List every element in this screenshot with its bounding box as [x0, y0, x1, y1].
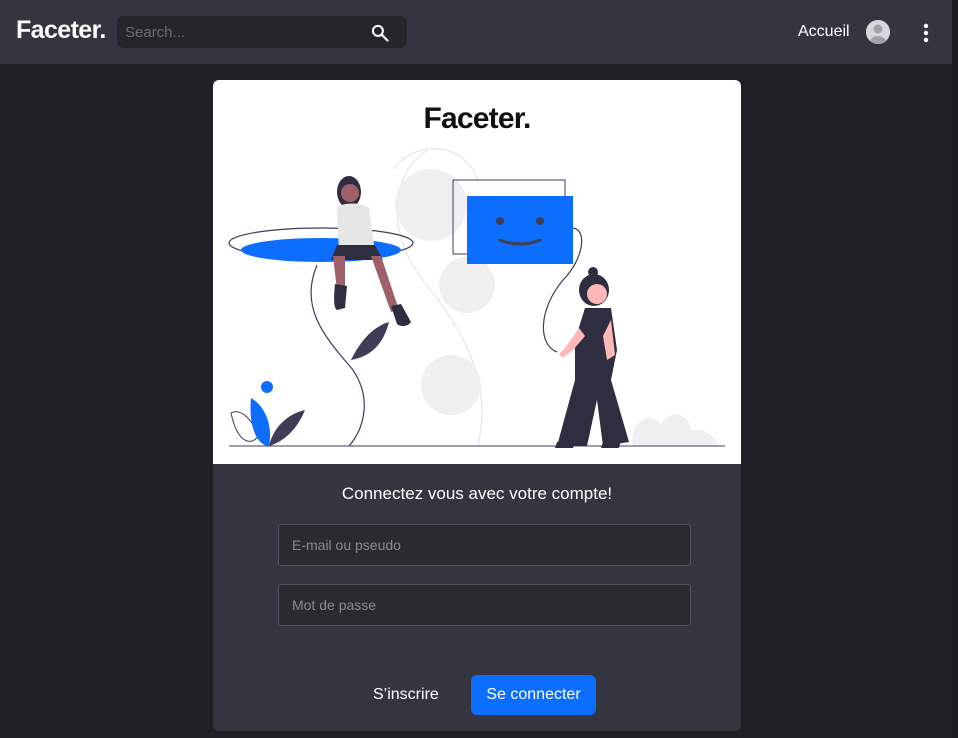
search-input[interactable]	[117, 16, 365, 48]
register-link[interactable]: S’inscrire	[373, 686, 439, 704]
login-illustration: Faceter.	[213, 80, 741, 464]
search-bar	[117, 16, 407, 48]
email-field[interactable]	[278, 524, 691, 566]
login-card: Faceter. Connectez vous avec votre compt…	[213, 80, 741, 731]
more-vertical-icon[interactable]	[918, 22, 934, 44]
password-field[interactable]	[278, 584, 691, 626]
login-title: Connectez vous avec votre compte!	[341, 484, 613, 503]
nav-link-home[interactable]: Accueil	[798, 23, 850, 41]
user-avatar[interactable]	[866, 20, 890, 44]
brand-logo[interactable]: Faceter.	[16, 16, 106, 45]
illustration-art	[228, 148, 725, 448]
search-icon[interactable]	[370, 23, 390, 43]
illustration-logo: Faceter.	[423, 102, 531, 135]
avatar-icon	[866, 20, 890, 44]
top-navbar: Faceter. Accueil	[0, 0, 952, 64]
page-scrollbar[interactable]	[952, 0, 958, 738]
login-button[interactable]: Se connecter	[471, 675, 596, 715]
